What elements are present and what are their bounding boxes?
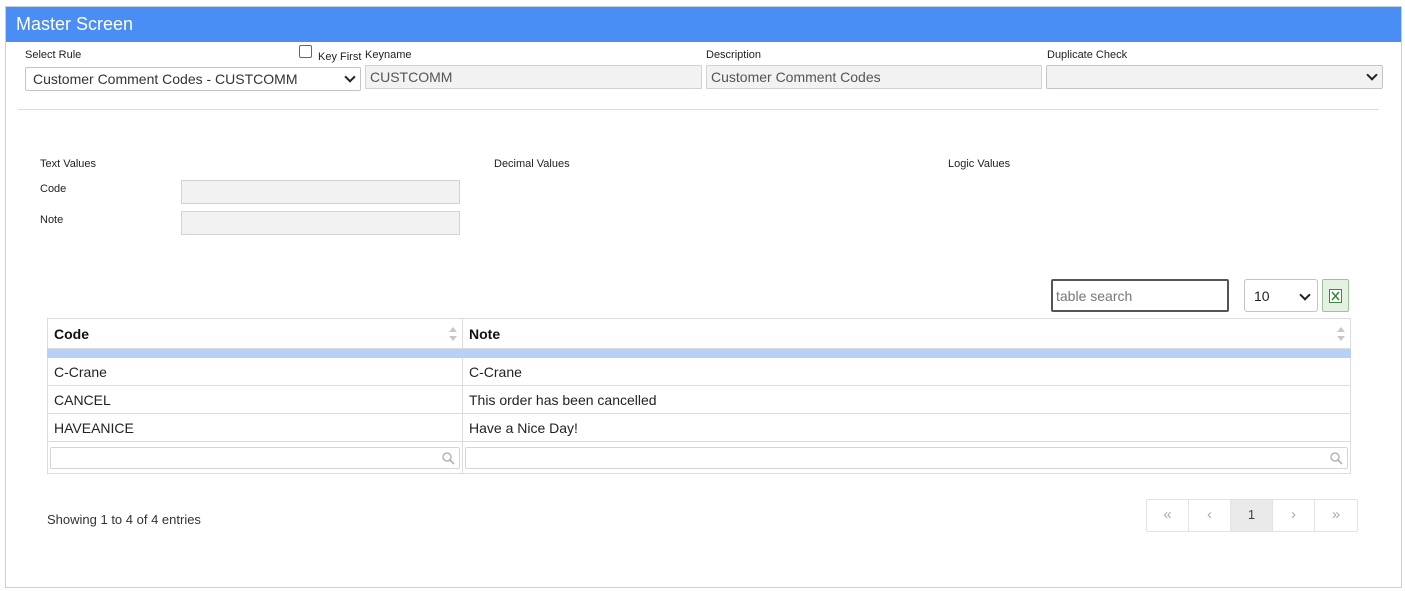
filter-cell xyxy=(47,441,463,474)
chevron-down-icon xyxy=(1366,69,1378,81)
page-size-select[interactable]: 10 xyxy=(1244,279,1318,312)
last-page-button[interactable]: » xyxy=(1315,500,1357,531)
first-page-button[interactable]: « xyxy=(1147,500,1189,531)
select-rule-label: Select Rule xyxy=(25,49,82,61)
table-cell xyxy=(47,348,463,358)
keyname-field[interactable]: CUSTCOMM xyxy=(365,65,702,89)
excel-export-icon xyxy=(1329,289,1342,303)
select-rule-dropdown[interactable]: Customer Comment Codes - CUSTCOMM xyxy=(25,67,361,91)
page-1-button[interactable]: 1 xyxy=(1231,500,1273,531)
next-page-button[interactable]: › xyxy=(1273,500,1315,531)
key-first-label: Key First xyxy=(318,51,362,63)
description-field[interactable]: Customer Comment Codes xyxy=(706,65,1042,89)
table-cell-note: This order has been cancelled xyxy=(462,385,1351,414)
logic-values-heading: Logic Values xyxy=(948,158,1011,170)
column-header-code[interactable]: Code xyxy=(47,318,463,349)
chevron-down-icon xyxy=(344,71,356,83)
note-field[interactable] xyxy=(181,211,460,235)
table-row[interactable]: CANCEL This order has been cancelled xyxy=(47,385,1351,414)
decimal-values-heading: Decimal Values xyxy=(494,158,570,170)
duplicate-check-dropdown[interactable] xyxy=(1046,65,1383,89)
keyname-label: Keyname xyxy=(365,49,412,61)
sort-both-icon xyxy=(1337,327,1345,341)
code-filter-input[interactable] xyxy=(50,446,460,469)
selected-table-row[interactable] xyxy=(47,348,1351,358)
window-title: Master Screen xyxy=(6,7,1401,42)
table-cell-note: C-Crane xyxy=(462,357,1351,386)
sort-both-icon xyxy=(449,327,457,341)
key-first-checkbox[interactable] xyxy=(299,45,312,58)
text-values-heading: Text Values xyxy=(40,158,97,170)
pagination: « ‹ 1 › » xyxy=(1146,499,1358,532)
excel-export-button[interactable] xyxy=(1322,279,1349,312)
code-field[interactable] xyxy=(181,180,460,204)
description-label: Description xyxy=(706,49,762,61)
duplicate-check-label: Duplicate Check xyxy=(1047,49,1128,61)
page-size-value: 10 xyxy=(1254,288,1270,304)
divider xyxy=(18,109,1379,110)
column-header-label: Note xyxy=(469,325,501,342)
column-header-note[interactable]: Note xyxy=(462,318,1351,349)
table-cell-code: CANCEL xyxy=(47,385,463,414)
code-label: Code xyxy=(40,183,67,195)
magnifier-icon xyxy=(1330,451,1343,465)
prev-page-button[interactable]: ‹ xyxy=(1189,500,1231,531)
filter-row xyxy=(47,441,1351,474)
note-filter-input[interactable] xyxy=(465,446,1348,469)
chevron-down-icon xyxy=(1299,289,1311,301)
table-search-input[interactable]: table search xyxy=(1051,279,1229,312)
column-header-label: Code xyxy=(54,325,89,342)
filter-cell xyxy=(462,441,1351,474)
table-row[interactable]: C-Crane C-Crane xyxy=(47,357,1351,386)
table-cell xyxy=(462,348,1351,358)
table-info: Showing 1 to 4 of 4 entries xyxy=(47,512,201,527)
note-label: Note xyxy=(40,214,64,226)
table-cell-code: HAVEANICE xyxy=(47,413,463,442)
data-table: Code Note C-Crane C-Crane CANCEL This or… xyxy=(47,318,1351,474)
select-rule-value: Customer Comment Codes - CUSTCOMM xyxy=(33,71,298,87)
magnifier-icon xyxy=(442,451,455,465)
table-cell-note: Have a Nice Day! xyxy=(462,413,1351,442)
table-cell-code: C-Crane xyxy=(47,357,463,386)
table-row[interactable]: HAVEANICE Have a Nice Day! xyxy=(47,413,1351,442)
